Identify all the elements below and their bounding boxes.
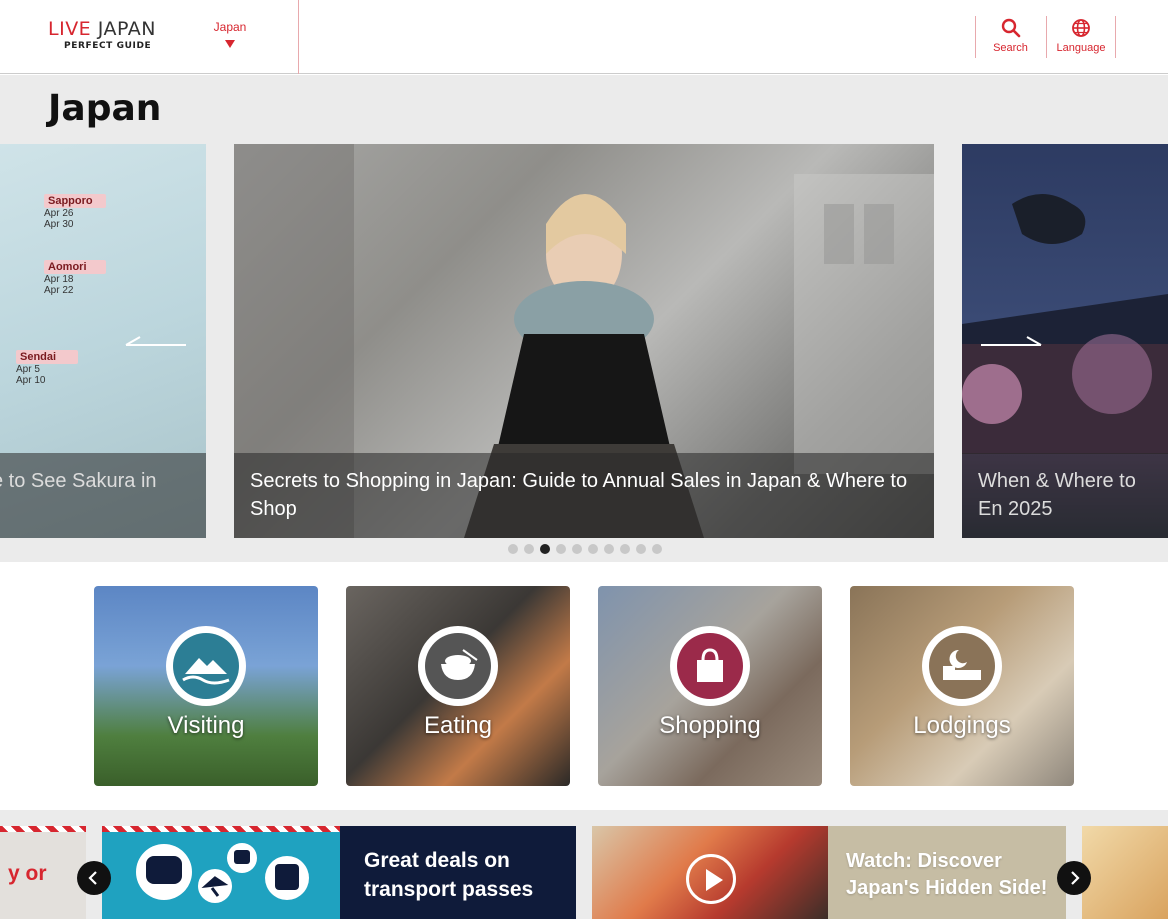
carousel-slide-current[interactable]: Secrets to Shopping in Japan: Guide to A… [234, 144, 934, 538]
carousel-pagination [508, 544, 662, 554]
caret-down-icon [225, 40, 235, 48]
category-visiting[interactable]: Visiting [94, 586, 318, 786]
map-tag-date: Apr 5 [16, 364, 40, 375]
map-tag-sapporo: Sapporo Apr 26 Apr 30 [44, 194, 106, 230]
carousel-dot[interactable] [636, 544, 646, 554]
search-button[interactable]: Search [975, 16, 1045, 58]
banner-stripe [0, 826, 86, 832]
map-tag-city: Sendai [16, 350, 78, 364]
banner-transport-passes[interactable]: Great deals on transport passes [102, 826, 576, 919]
region-label: Japan [213, 20, 247, 34]
banner-next-button[interactable] [1057, 861, 1091, 895]
carousel-dot[interactable] [524, 544, 534, 554]
banner-photo [592, 826, 828, 919]
logo-japan-text: JAPAN [97, 18, 156, 40]
carousel-dot[interactable] [508, 544, 518, 554]
logo-live-text: LIVE [48, 18, 92, 40]
banner-prev-partial[interactable]: y or [0, 826, 86, 919]
map-tag-city: Sapporo [44, 194, 106, 208]
map-tag-aomori: Aomori Apr 18 Apr 22 [44, 260, 106, 296]
play-icon[interactable] [686, 854, 736, 904]
transport-icons [136, 843, 309, 903]
bed-moon-icon [922, 626, 1002, 706]
map-tag-date: Apr 26 [44, 208, 74, 219]
banner-text: Watch: Discover Japan's Hidden Side! [846, 850, 1048, 899]
language-button[interactable]: Language [1046, 16, 1116, 58]
banner-watch-video[interactable]: Watch: Discover Japan's Hidden Side! [592, 826, 1066, 919]
map-tag-date: Apr 18 [44, 274, 74, 285]
shopping-bag-icon [670, 626, 750, 706]
category-label: Lodgings [913, 712, 1011, 739]
site-logo[interactable]: LIVE JAPAN PERFECT GUIDE [48, 18, 168, 58]
category-eating[interactable]: Eating [346, 586, 570, 786]
page-title: Japan [48, 88, 162, 129]
region-selector[interactable]: Japan [210, 20, 250, 48]
chevron-right-icon [1071, 871, 1080, 885]
map-tag-sendai: Sendai Apr 5 Apr 10 [16, 350, 78, 386]
category-label: Visiting [167, 712, 245, 739]
map-tag-city: Aomori [44, 260, 106, 274]
search-icon [1001, 18, 1020, 38]
carousel-dot[interactable] [572, 544, 582, 554]
category-label: Shopping [659, 712, 761, 739]
banner-text: Great deals on transport passes [340, 826, 576, 919]
banner-next-partial[interactable] [1082, 826, 1168, 919]
map-tag-date: Apr 10 [16, 375, 46, 386]
slide-caption: When & Where to En 2025 [962, 453, 1168, 538]
logo-subtitle: PERFECT GUIDE [64, 41, 152, 51]
banner-prev-button[interactable] [77, 861, 111, 895]
carousel-dot[interactable] [604, 544, 614, 554]
carousel-dot[interactable] [540, 544, 550, 554]
carousel-dot[interactable] [652, 544, 662, 554]
carousel-prev-arrow-icon[interactable] [124, 336, 186, 354]
carousel-dot[interactable] [556, 544, 566, 554]
rice-bowl-icon [418, 626, 498, 706]
category-label: Eating [423, 712, 493, 739]
header-divider [298, 0, 299, 74]
category-shopping[interactable]: Shopping [598, 586, 822, 786]
map-tag-date: Apr 30 [44, 219, 74, 230]
carousel-dot[interactable] [620, 544, 630, 554]
globe-icon [1072, 19, 1090, 37]
carousel-dot[interactable] [588, 544, 598, 554]
language-label: Language [1056, 42, 1106, 54]
category-lodgings[interactable]: Lodgings [850, 586, 1074, 786]
map-tag-date: Apr 22 [44, 285, 74, 296]
slide-caption: Secrets to Shopping in Japan: Guide to A… [234, 453, 934, 538]
slide-caption: e to See Sakura in [0, 453, 206, 538]
mountain-wave-icon [166, 626, 246, 706]
search-label: Search [993, 42, 1028, 54]
site-header: LIVE JAPAN PERFECT GUIDE Japan Search La… [0, 0, 1168, 74]
carousel-next-arrow-icon[interactable] [981, 336, 1043, 354]
chevron-left-icon [88, 871, 97, 885]
banner-text: y or [8, 862, 47, 885]
